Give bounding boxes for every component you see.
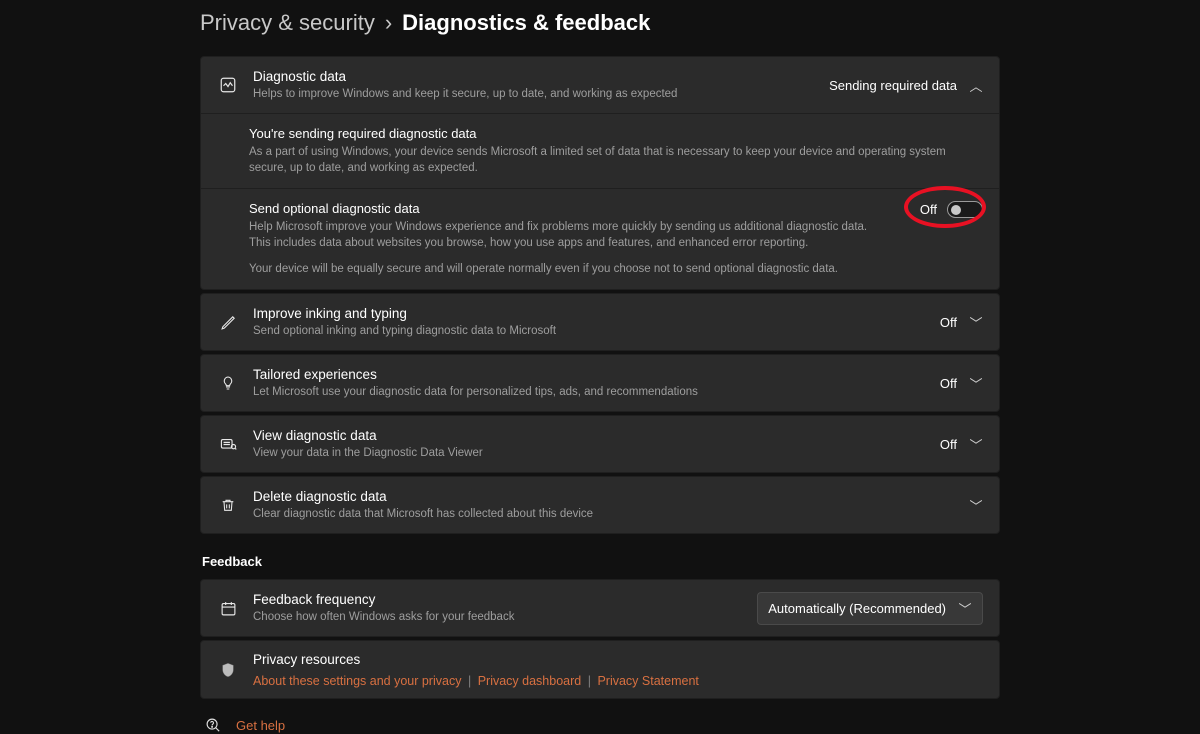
link-about-settings[interactable]: About these settings and your privacy [253, 674, 461, 688]
feedback-section-label: Feedback [202, 554, 1000, 569]
chevron-down-icon: ﹀ [969, 435, 983, 454]
view-diagnostic-desc: View your data in the Diagnostic Data Vi… [253, 446, 926, 462]
delete-diagnostic-title: Delete diagnostic data [253, 488, 955, 506]
pen-icon [217, 314, 239, 331]
tailored-experiences-title: Tailored experiences [253, 366, 926, 384]
chevron-down-icon: ﹀ [969, 313, 983, 332]
shield-icon [217, 661, 239, 679]
get-help-label: Get help [236, 718, 285, 733]
chevron-up-icon: ︿ [969, 76, 983, 95]
tailored-experiences-desc: Let Microsoft use your diagnostic data f… [253, 385, 926, 401]
trash-icon [217, 496, 239, 514]
diagnostic-data-status: Sending required data [829, 78, 957, 93]
optional-data-title: Send optional diagnostic data [249, 201, 983, 216]
privacy-resources-links: About these settings and your privacy | … [253, 674, 983, 688]
optional-data-note: Your device will be equally secure and w… [249, 261, 983, 277]
diagnostic-data-title: Diagnostic data [253, 68, 815, 86]
inking-typing-title: Improve inking and typing [253, 305, 926, 323]
feedback-frequency-desc: Choose how often Windows asks for your f… [253, 610, 743, 626]
help-icon [202, 717, 224, 734]
view-diagnostic-panel[interactable]: View diagnostic data View your data in t… [200, 415, 1000, 473]
get-help-link[interactable]: Get help [200, 717, 1000, 734]
optional-data-toggle[interactable] [947, 201, 983, 218]
feedback-frequency-title: Feedback frequency [253, 591, 743, 609]
privacy-resources-title: Privacy resources [253, 651, 983, 669]
diagnostic-data-desc: Helps to improve Windows and keep it sec… [253, 87, 815, 103]
delete-diagnostic-panel[interactable]: Delete diagnostic data Clear diagnostic … [200, 476, 1000, 534]
tailored-experiences-panel[interactable]: Tailored experiences Let Microsoft use y… [200, 354, 1000, 412]
view-diagnostic-value: Off [940, 437, 957, 452]
lightbulb-icon [217, 374, 239, 392]
required-data-section: You're sending required diagnostic data … [201, 113, 999, 188]
view-diagnostic-title: View diagnostic data [253, 427, 926, 445]
inking-typing-panel[interactable]: Improve inking and typing Send optional … [200, 293, 1000, 351]
feedback-frequency-dropdown[interactable]: Automatically (Recommended) ﹀ [757, 592, 983, 625]
link-privacy-dashboard[interactable]: Privacy dashboard [478, 674, 582, 688]
chevron-down-icon: ﹀ [958, 599, 972, 618]
inking-typing-value: Off [940, 315, 957, 330]
optional-data-desc: Help Microsoft improve your Windows expe… [249, 219, 889, 251]
calendar-icon [217, 600, 239, 617]
chevron-down-icon: ﹀ [969, 496, 983, 515]
link-privacy-statement[interactable]: Privacy Statement [597, 674, 698, 688]
required-data-title: You're sending required diagnostic data [249, 126, 983, 141]
diagnostic-data-icon [217, 76, 239, 94]
breadcrumb-separator: › [385, 10, 392, 36]
optional-data-section: Off Send optional diagnostic data Help M… [201, 188, 999, 289]
delete-diagnostic-desc: Clear diagnostic data that Microsoft has… [253, 507, 955, 523]
feedback-frequency-panel: Feedback frequency Choose how often Wind… [200, 579, 1000, 637]
diagnostic-data-header[interactable]: Diagnostic data Helps to improve Windows… [201, 57, 999, 113]
breadcrumb-current: Diagnostics & feedback [402, 10, 650, 36]
required-data-desc: As a part of using Windows, your device … [249, 144, 983, 176]
privacy-resources-panel: Privacy resources About these settings a… [200, 640, 1000, 698]
breadcrumb-parent[interactable]: Privacy & security [200, 10, 375, 36]
data-viewer-icon [217, 436, 239, 453]
feedback-frequency-selected: Automatically (Recommended) [768, 601, 946, 616]
diagnostic-data-panel: Diagnostic data Helps to improve Windows… [200, 56, 1000, 290]
tailored-experiences-value: Off [940, 376, 957, 391]
breadcrumb: Privacy & security › Diagnostics & feedb… [200, 10, 1000, 36]
optional-data-toggle-label: Off [920, 202, 937, 217]
inking-typing-desc: Send optional inking and typing diagnost… [253, 324, 926, 340]
chevron-down-icon: ﹀ [969, 374, 983, 393]
